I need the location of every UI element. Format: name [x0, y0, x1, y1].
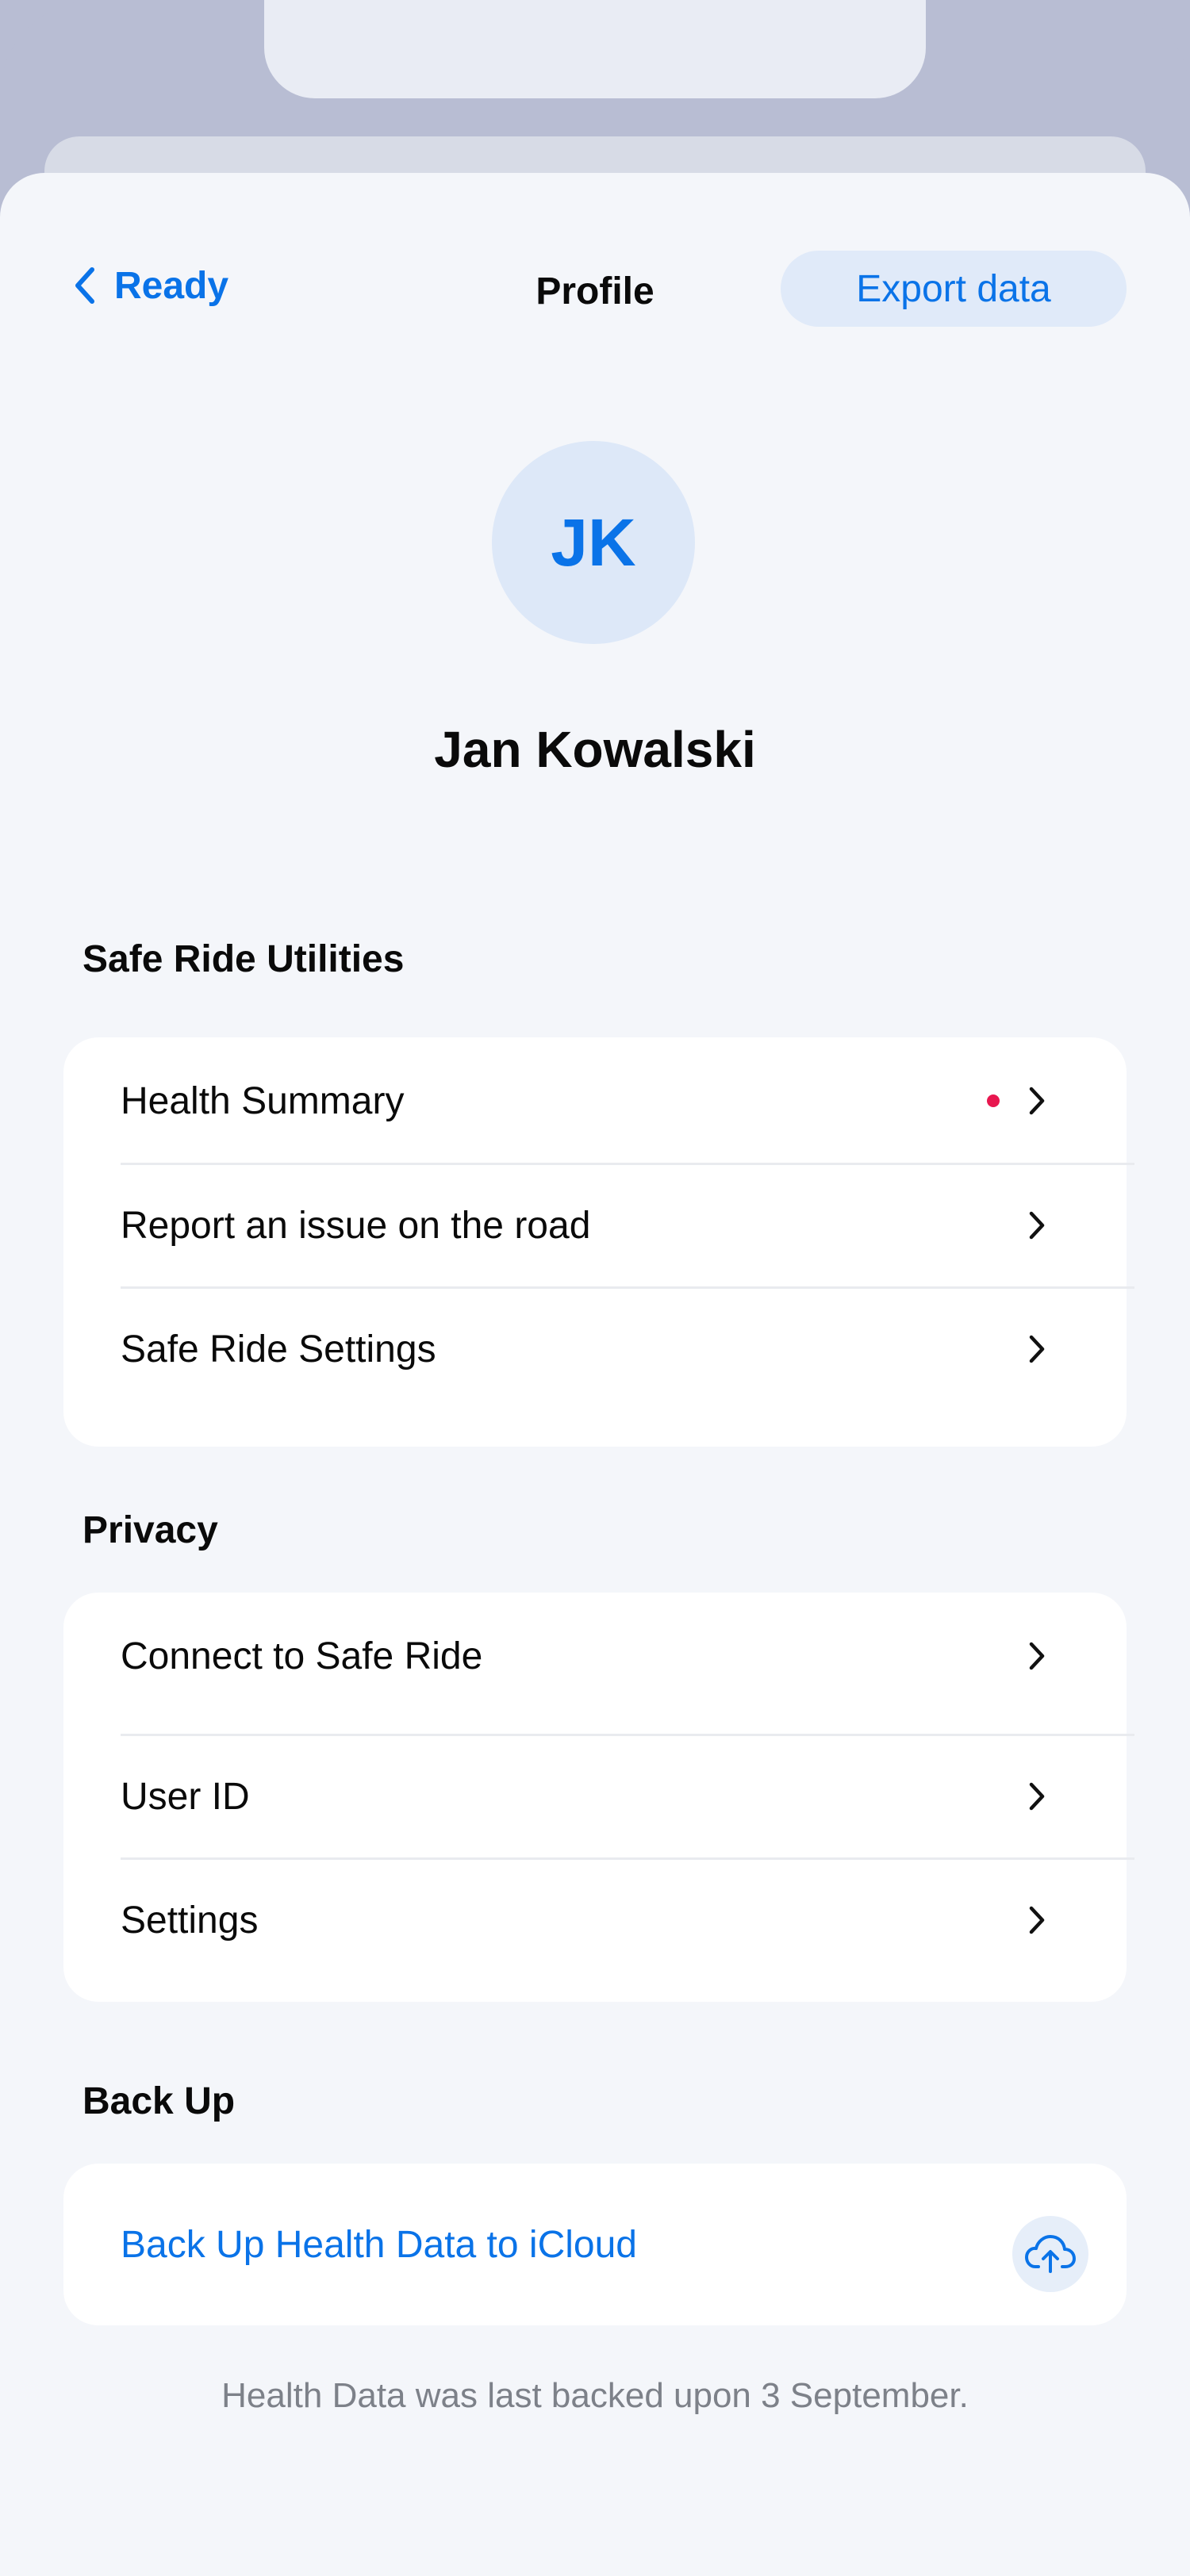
backup-to-icloud-button[interactable]: Back Up Health Data to iCloud: [121, 2164, 1088, 2325]
list-item-label: Safe Ride Settings: [121, 1328, 436, 1370]
list-item-label: User ID: [121, 1775, 250, 1818]
backup-footnote: Health Data was last backed upon 3 Septe…: [221, 2376, 969, 2415]
chevron-right-icon: [1029, 1087, 1045, 1115]
chevron-right-icon: [1029, 1211, 1045, 1240]
list-item-connect-safe-ride[interactable]: Connect to Safe Ride: [121, 1595, 1073, 1717]
list-item-report-issue[interactable]: Report an issue on the road: [121, 1164, 1073, 1286]
avatar[interactable]: JK: [492, 441, 695, 644]
list-item-safe-ride-settings[interactable]: Safe Ride Settings: [121, 1288, 1073, 1410]
section-title-utilities: Safe Ride Utilities: [83, 938, 405, 980]
chevron-right-icon: [1029, 1642, 1045, 1670]
navigation-header: Ready Profile Export data: [0, 243, 1190, 330]
notification-dot: [987, 1094, 1000, 1107]
avatar-initials: JK: [551, 504, 636, 580]
list-item-health-summary[interactable]: Health Summary: [121, 1040, 1073, 1162]
backup-card: Back Up Health Data to iCloud: [63, 2164, 1127, 2325]
chevron-right-icon: [1029, 1906, 1045, 1934]
device-notch: [264, 0, 926, 98]
section-title-backup: Back Up: [83, 2080, 236, 2122]
section-title-privacy: Privacy: [83, 1509, 218, 1551]
chevron-right-icon: [1029, 1782, 1045, 1811]
utilities-card: Health Summary Report an issue on the ro…: [63, 1037, 1134, 1447]
list-item-label: Settings: [121, 1899, 259, 1942]
cloud-upload-icon[interactable]: [1012, 2216, 1088, 2292]
list-item-label: Health Summary: [121, 1079, 405, 1122]
list-item-label: Connect to Safe Ride: [121, 1635, 483, 1677]
user-name: Jan Kowalski: [434, 721, 756, 778]
backup-action-label: Back Up Health Data to iCloud: [121, 2223, 637, 2266]
export-data-button[interactable]: Export data: [781, 251, 1127, 327]
privacy-card: Connect to Safe Ride User ID Settings: [63, 1593, 1134, 2002]
list-item-user-id[interactable]: User ID: [121, 1735, 1073, 1857]
chevron-right-icon: [1029, 1335, 1045, 1363]
list-item-label: Report an issue on the road: [121, 1204, 591, 1247]
list-item-settings[interactable]: Settings: [121, 1859, 1073, 1981]
